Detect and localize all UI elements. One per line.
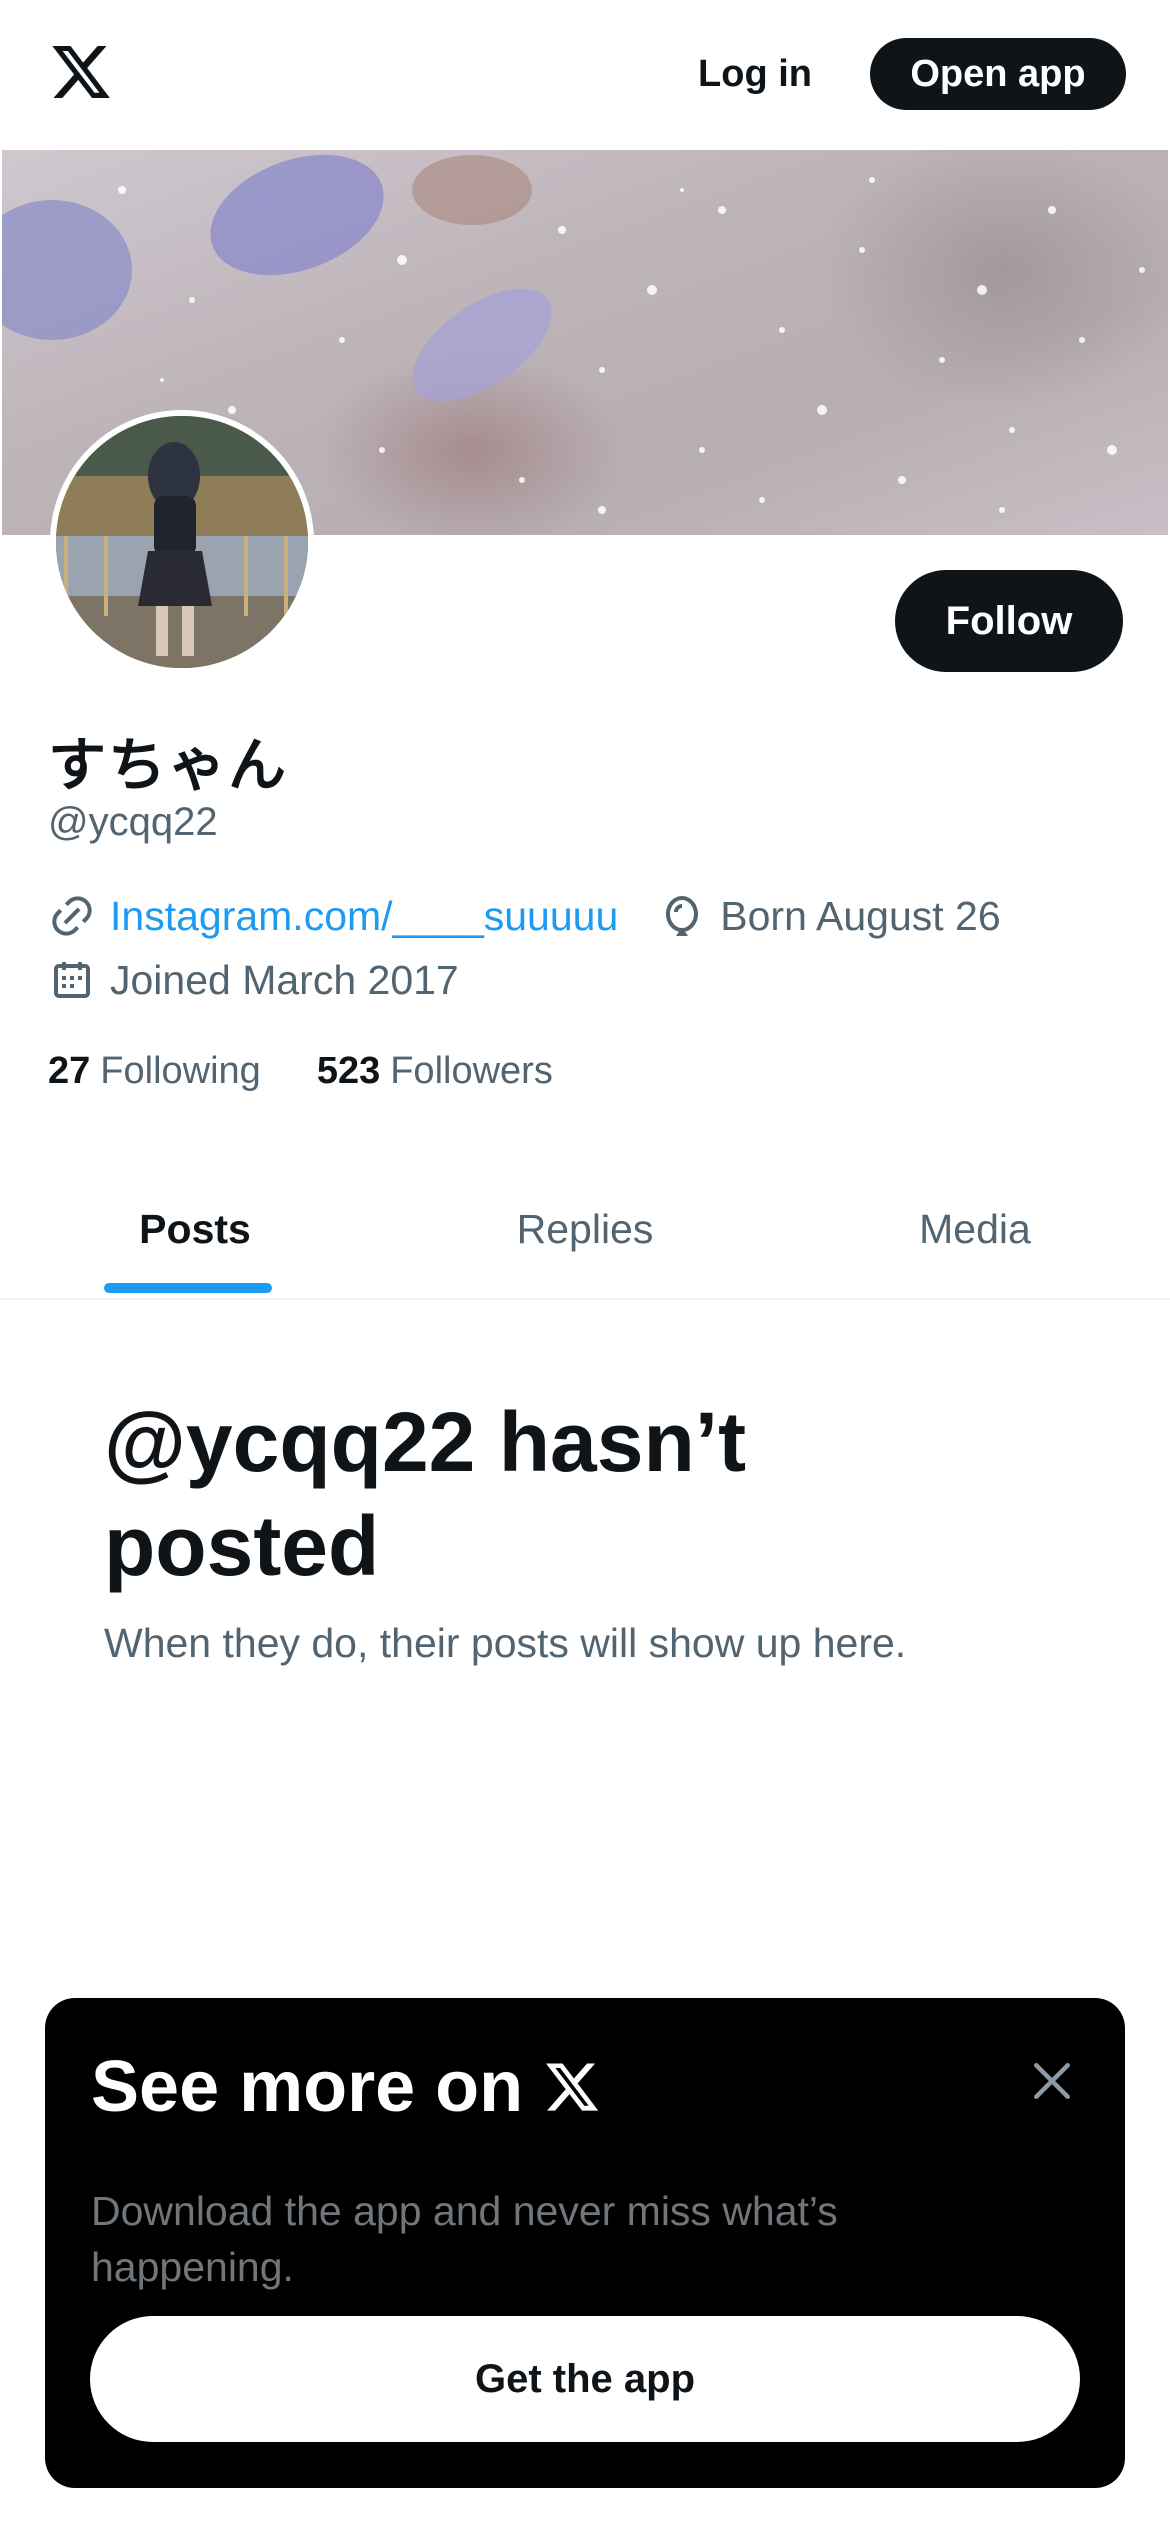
promo-subtitle: Download the app and never miss what’s h…	[91, 2188, 838, 2290]
app-promo-sheet: See more on Download the app and never m…	[45, 1998, 1125, 2488]
top-bar: Log in Open app	[0, 0, 1170, 150]
calendar-icon	[54, 962, 90, 998]
empty-state-subtitle: When they do, their posts will show up h…	[104, 1620, 907, 1666]
profile-page: Log in Open app Follow すちゃん @ycqq22 Inst…	[0, 0, 1170, 2532]
followers-label: Followers	[390, 1050, 553, 1092]
profile-tabs: Posts Replies Media	[0, 1160, 1170, 1300]
birthday-text: Born August 26	[720, 892, 1001, 939]
close-icon[interactable]	[1025, 2054, 1079, 2108]
follow-button[interactable]: Follow	[895, 570, 1123, 672]
following-label: Following	[100, 1050, 261, 1092]
get-app-button[interactable]: Get the app	[90, 2316, 1080, 2442]
active-tab-indicator	[104, 1283, 272, 1293]
following-stat[interactable]: 27 Following	[48, 1050, 261, 1093]
tab-media[interactable]: Media	[780, 1160, 1170, 1298]
joined-text: Joined March 2017	[110, 956, 459, 1003]
website-link[interactable]: Instagram.com/____suuuuu	[110, 893, 618, 940]
followers-count: 523	[316, 1050, 381, 1092]
follow-stats: 27 Following 523 Followers	[48, 1050, 609, 1093]
profile-meta-row: Joined March 2017	[48, 954, 459, 1006]
followers-stat[interactable]: 523 Followers	[317, 1050, 553, 1093]
balloon-icon	[666, 896, 699, 936]
avatar-image	[56, 416, 308, 668]
profile-meta-row: Instagram.com/____suuuuu Born August 26	[48, 890, 1001, 942]
link-icon	[52, 896, 92, 936]
tab-posts[interactable]: Posts	[0, 1160, 390, 1298]
following-count: 27	[48, 1050, 91, 1092]
x-logo-icon[interactable]	[46, 40, 116, 104]
open-app-button[interactable]: Open app	[870, 38, 1126, 110]
login-button[interactable]: Log in	[680, 38, 830, 110]
avatar[interactable]	[50, 410, 314, 674]
display-name: すちゃん	[48, 731, 289, 799]
profile-handle: @ycqq22	[48, 800, 218, 844]
x-logo-icon	[546, 2063, 599, 2111]
promo-title-text: See more on	[91, 2047, 524, 2127]
empty-state-title: @ycqq22 hasn’t posted	[104, 1395, 747, 1593]
tab-replies[interactable]: Replies	[390, 1160, 780, 1298]
promo-title: See more on	[91, 2046, 603, 2128]
